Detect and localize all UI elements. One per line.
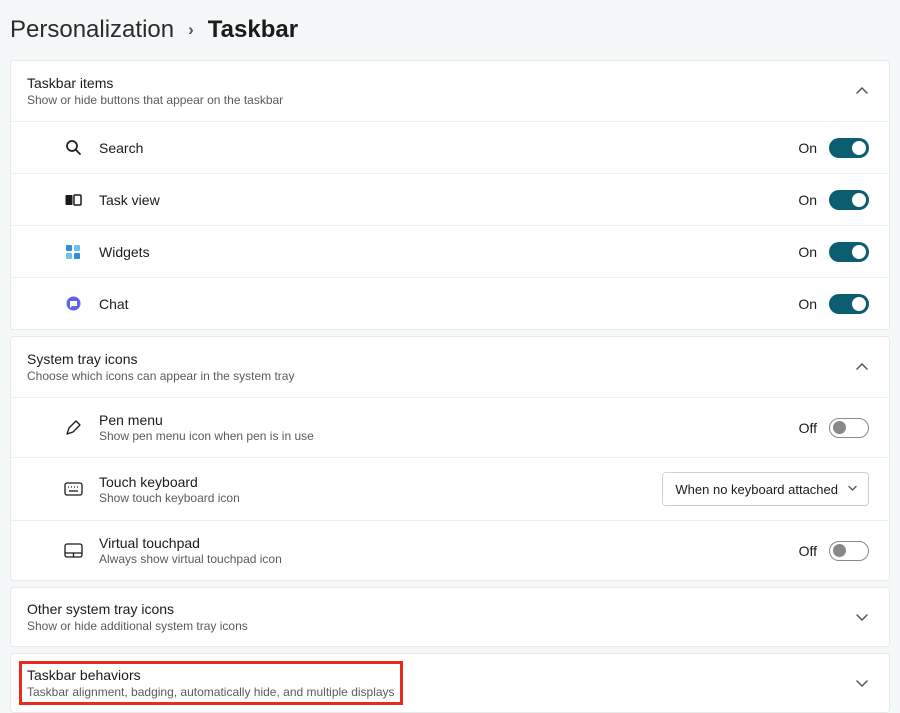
toggle-widgets[interactable] <box>829 242 869 262</box>
row-pen-menu: Pen menu Show pen menu icon when pen is … <box>11 397 889 457</box>
row-touch-keyboard: Touch keyboard Show touch keyboard icon … <box>11 457 889 520</box>
toggle-state-label: On <box>798 296 817 312</box>
row-label: Pen menu <box>99 412 783 428</box>
row-task-view: Task view On <box>11 173 889 225</box>
toggle-search[interactable] <box>829 138 869 158</box>
row-widgets: Widgets On <box>11 225 889 277</box>
toggle-virtual-touchpad[interactable] <box>829 541 869 561</box>
group-desc: Taskbar alignment, badging, automaticall… <box>27 685 395 699</box>
chevron-down-icon <box>855 610 869 624</box>
taskview-icon <box>63 190 83 210</box>
row-label: Widgets <box>99 244 782 260</box>
row-label: Chat <box>99 296 782 312</box>
chat-icon <box>63 294 83 314</box>
group-taskbar-items: Taskbar items Show or hide buttons that … <box>10 60 890 330</box>
select-touch-keyboard[interactable]: When no keyboard attached <box>662 472 869 506</box>
row-label: Touch keyboard <box>99 474 646 490</box>
group-header-taskbar-items[interactable]: Taskbar items Show or hide buttons that … <box>11 61 889 121</box>
touchpad-icon <box>63 541 83 561</box>
pen-icon <box>63 418 83 438</box>
group-title: Taskbar items <box>27 75 283 91</box>
group-desc: Choose which icons can appear in the sys… <box>27 369 294 383</box>
chevron-right-icon: › <box>188 20 194 40</box>
group-title: System tray icons <box>27 351 294 367</box>
keyboard-icon <box>63 479 83 499</box>
chevron-down-icon <box>847 482 858 497</box>
chevron-down-icon <box>855 676 869 690</box>
group-header-taskbar-behaviors[interactable]: Taskbar behaviors Taskbar alignment, bad… <box>11 654 889 712</box>
search-icon <box>63 138 83 158</box>
chevron-up-icon <box>855 84 869 98</box>
chevron-up-icon <box>855 360 869 374</box>
group-taskbar-behaviors: Taskbar behaviors Taskbar alignment, bad… <box>10 653 890 713</box>
group-desc: Show or hide additional system tray icon… <box>27 619 248 633</box>
breadcrumb-parent[interactable]: Personalization <box>10 16 174 44</box>
widgets-icon <box>63 242 83 262</box>
group-header-other-tray[interactable]: Other system tray icons Show or hide add… <box>11 588 889 646</box>
row-sublabel: Show touch keyboard icon <box>99 491 646 505</box>
group-title: Taskbar behaviors <box>27 667 395 683</box>
toggle-pen-menu[interactable] <box>829 418 869 438</box>
breadcrumb: Personalization › Taskbar <box>10 16 890 60</box>
group-system-tray: System tray icons Choose which icons can… <box>10 336 890 581</box>
row-label: Task view <box>99 192 782 208</box>
toggle-state-label: On <box>798 244 817 260</box>
group-title: Other system tray icons <box>27 601 248 617</box>
row-label: Search <box>99 140 782 156</box>
group-desc: Show or hide buttons that appear on the … <box>27 93 283 107</box>
group-other-tray: Other system tray icons Show or hide add… <box>10 587 890 647</box>
row-sublabel: Show pen menu icon when pen is in use <box>99 429 783 443</box>
row-label: Virtual touchpad <box>99 535 783 551</box>
toggle-state-label: On <box>798 192 817 208</box>
toggle-state-label: Off <box>799 420 817 436</box>
row-sublabel: Always show virtual touchpad icon <box>99 552 783 566</box>
row-chat: Chat On <box>11 277 889 329</box>
toggle-state-label: Off <box>799 543 817 559</box>
toggle-state-label: On <box>798 140 817 156</box>
toggle-chat[interactable] <box>829 294 869 314</box>
row-virtual-touchpad: Virtual touchpad Always show virtual tou… <box>11 520 889 580</box>
group-header-system-tray[interactable]: System tray icons Choose which icons can… <box>11 337 889 397</box>
select-value: When no keyboard attached <box>675 482 838 497</box>
breadcrumb-current: Taskbar <box>208 16 298 44</box>
toggle-task-view[interactable] <box>829 190 869 210</box>
row-search: Search On <box>11 121 889 173</box>
